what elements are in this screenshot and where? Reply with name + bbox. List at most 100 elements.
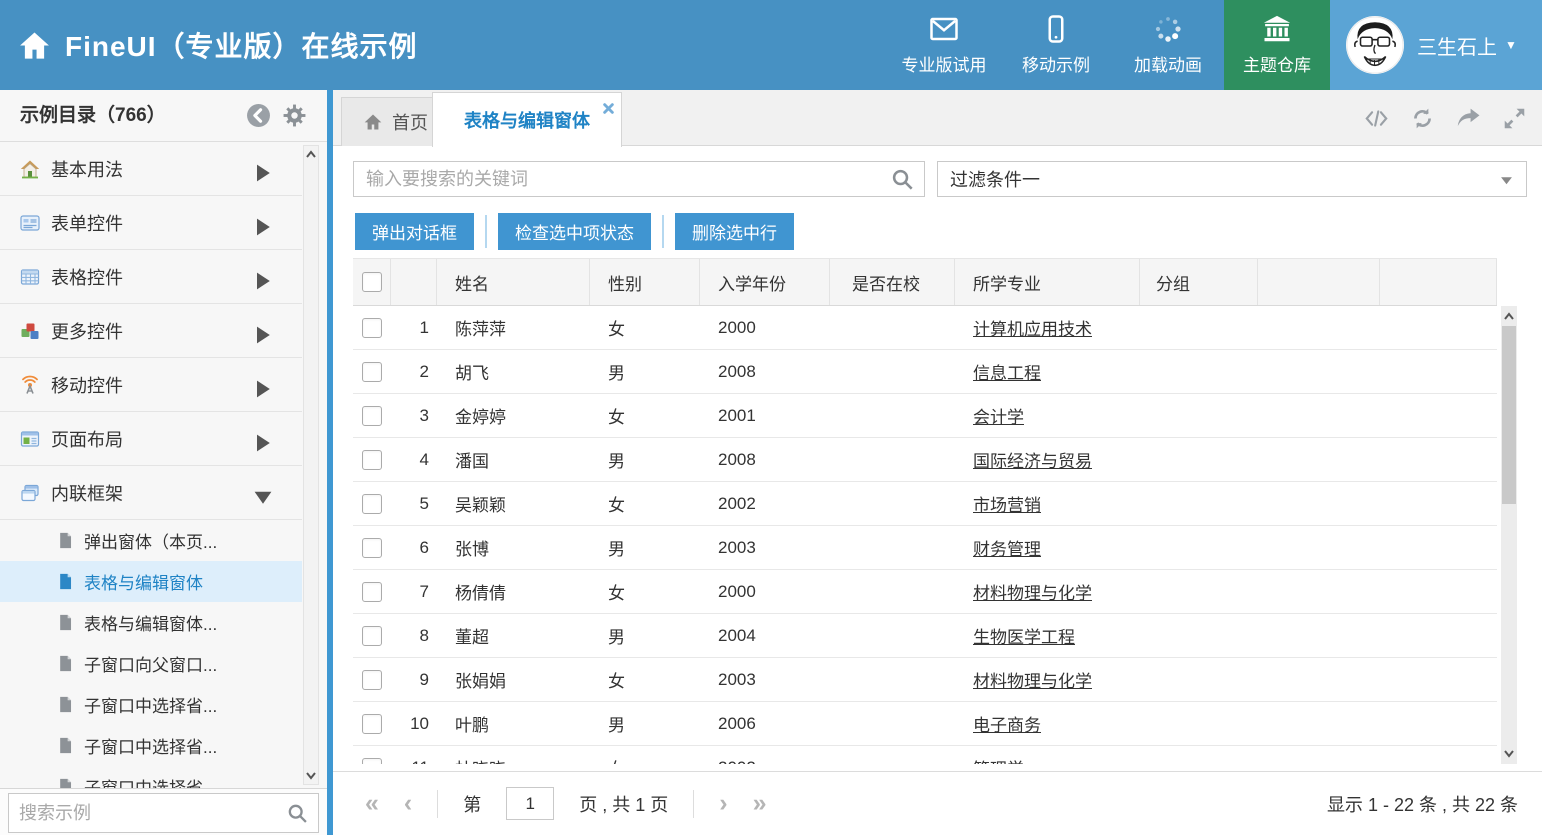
prev-page-icon[interactable]: ‹ [404, 791, 412, 816]
sidebar-group-0[interactable]: 基本用法 [0, 142, 302, 196]
filter-dropdown[interactable]: 过滤条件一 [937, 161, 1527, 197]
row-checkbox[interactable] [362, 494, 382, 514]
column-header[interactable]: 是否在校 [830, 259, 955, 305]
row-checkbox[interactable] [362, 626, 382, 646]
next-page-icon[interactable]: › [719, 791, 727, 816]
sidebar-item-2[interactable]: 表格与编辑窗体... [0, 602, 302, 643]
toolbar-button-0[interactable]: 弹出对话框 [355, 213, 474, 250]
sidebar-search-input[interactable] [9, 802, 287, 825]
column-header[interactable] [1380, 259, 1497, 305]
tab-close-icon[interactable] [603, 98, 614, 119]
sidebar-group-1[interactable]: 表单控件 [0, 196, 302, 250]
nav-item-3[interactable]: 主题仓库 [1224, 0, 1330, 90]
source-code-icon[interactable] [1365, 107, 1388, 130]
table-row[interactable]: 11杜晓晓女2002管理学 [353, 746, 1497, 764]
sidebar-item-5[interactable]: 子窗口中选择省... [0, 725, 302, 766]
row-checkbox[interactable] [362, 538, 382, 558]
major-link[interactable]: 计算机应用技术 [973, 315, 1092, 340]
major-link[interactable]: 财务管理 [973, 535, 1041, 560]
user-menu[interactable]: 三生石上 ▼ [1330, 0, 1542, 90]
sidebar-group-4[interactable]: 移动控件 [0, 358, 302, 412]
search-icon[interactable] [891, 168, 914, 191]
row-checkbox[interactable] [362, 450, 382, 470]
table-row[interactable]: 6张博男2003财务管理 [353, 526, 1497, 570]
toolbar-button-2[interactable]: 删除选中行 [675, 213, 794, 250]
major-link[interactable]: 管理学 [973, 755, 1024, 764]
column-header-label: 入学年份 [718, 270, 786, 295]
column-header[interactable]: 入学年份 [700, 259, 830, 305]
major-link[interactable]: 生物医学工程 [973, 623, 1075, 648]
select-all-checkbox[interactable] [362, 272, 382, 292]
student-gender: 女 [608, 315, 625, 340]
major-link[interactable]: 国际经济与贸易 [973, 447, 1092, 472]
sidebar-group-3[interactable]: 更多控件 [0, 304, 302, 358]
nav-item-0[interactable]: 专业版试用 [888, 0, 1000, 90]
column-header[interactable] [391, 259, 437, 305]
page-number-input[interactable] [506, 787, 554, 820]
table-row[interactable]: 4潘国男2008国际经济与贸易 [353, 438, 1497, 482]
sidebar-item-3[interactable]: 子窗口向父窗口... [0, 643, 302, 684]
major-link[interactable]: 电子商务 [973, 711, 1041, 736]
sidebar-item-label: 子窗口向父窗口... [84, 651, 217, 676]
column-header[interactable]: 姓名 [437, 259, 590, 305]
scroll-down-icon[interactable] [1504, 750, 1514, 758]
sidebar-item-1[interactable]: 表格与编辑窗体 [0, 561, 302, 602]
table-row[interactable]: 8董超男2004生物医学工程 [353, 614, 1497, 658]
share-icon[interactable] [1457, 107, 1480, 130]
nav-item-1[interactable]: 移动示例 [1000, 0, 1112, 90]
sidebar-item-6[interactable]: 子窗口中选择省 [0, 766, 302, 788]
toolbar-button-1[interactable]: 检查选中项状态 [498, 213, 651, 250]
sidebar-group-5[interactable]: 页面布局 [0, 412, 302, 466]
keyword-search-input[interactable] [353, 161, 925, 197]
scrollbar-thumb[interactable] [1502, 326, 1516, 504]
row-checkbox[interactable] [362, 318, 382, 338]
sidebar-scrollbar[interactable] [303, 145, 319, 785]
column-header[interactable]: 性别 [590, 259, 700, 305]
row-checkbox[interactable] [362, 714, 382, 734]
column-header[interactable] [353, 259, 391, 305]
major-link[interactable]: 信息工程 [973, 359, 1041, 384]
column-header[interactable]: 所学专业 [955, 259, 1140, 305]
table-row[interactable]: 5吴颖颖女2002市场营销 [353, 482, 1497, 526]
sidebar-item-4[interactable]: 子窗口中选择省... [0, 684, 302, 725]
row-checkbox[interactable] [362, 362, 382, 382]
major-link[interactable]: 会计学 [973, 403, 1024, 428]
nav-item-2[interactable]: 加载动画 [1112, 0, 1224, 90]
gear-icon[interactable] [282, 103, 307, 128]
first-page-icon[interactable]: « [365, 791, 379, 816]
table-row[interactable]: 9张娟娟女2003材料物理与化学 [353, 658, 1497, 702]
table-row[interactable]: 7杨倩倩女2000材料物理与化学 [353, 570, 1497, 614]
file-icon [57, 696, 74, 713]
sidebar-group-2[interactable]: 表格控件 [0, 250, 302, 304]
students-grid: 姓名性别入学年份 是否在校所学专业分组 1陈萍萍女2000计算机应用技术2胡飞男2… [353, 258, 1517, 764]
sidebar-group-6[interactable]: 内联框架 [0, 466, 302, 520]
maximize-icon[interactable] [1503, 107, 1526, 130]
scroll-up-icon[interactable] [1504, 312, 1514, 320]
table-row[interactable]: 10叶鹏男2006电子商务 [353, 702, 1497, 746]
spinner-icon [1153, 14, 1183, 44]
row-checkbox[interactable] [362, 758, 382, 765]
row-checkbox[interactable] [362, 582, 382, 602]
scroll-down-icon[interactable] [306, 772, 316, 780]
column-header[interactable] [1258, 259, 1380, 305]
table-row[interactable]: 2胡飞男2008信息工程 [353, 350, 1497, 394]
enroll-year: 2003 [718, 538, 756, 558]
table-row[interactable]: 3金婷婷女2001会计学 [353, 394, 1497, 438]
table-row[interactable]: 1陈萍萍女2000计算机应用技术 [353, 306, 1497, 350]
scroll-up-icon[interactable] [306, 150, 316, 158]
collapse-sidebar-icon[interactable] [246, 103, 271, 128]
major-link[interactable]: 市场营销 [973, 491, 1041, 516]
major-link[interactable]: 材料物理与化学 [973, 667, 1092, 692]
last-page-icon[interactable]: » [753, 791, 767, 816]
row-checkbox[interactable] [362, 406, 382, 426]
major-link[interactable]: 材料物理与化学 [973, 579, 1092, 604]
search-icon[interactable] [287, 803, 308, 824]
refresh-icon[interactable] [1411, 107, 1434, 130]
row-checkbox[interactable] [362, 670, 382, 690]
student-name: 杜晓晓 [455, 755, 506, 764]
grid-scrollbar[interactable] [1501, 306, 1517, 764]
column-header[interactable]: 分组 [1140, 259, 1258, 305]
sidebar-search-bar [0, 788, 327, 835]
tab-active[interactable]: 表格与编辑窗体 [432, 92, 622, 147]
sidebar-item-0[interactable]: 弹出窗体（本页... [0, 520, 302, 561]
